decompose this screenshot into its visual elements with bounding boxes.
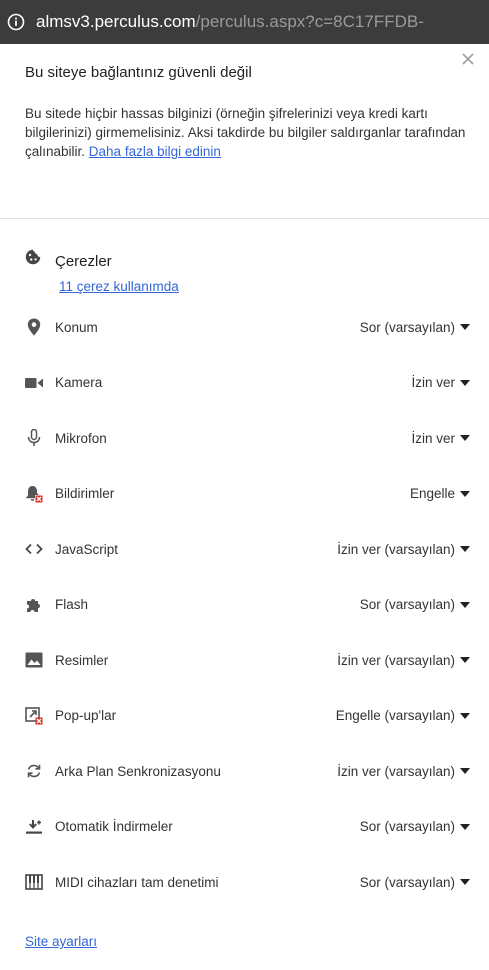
dropdown-caret-icon [460, 823, 470, 830]
permission-select[interactable]: İzin ver (varsayılan) [337, 542, 470, 557]
permission-select[interactable]: İzin ver (varsayılan) [337, 653, 470, 668]
cookies-in-use-link[interactable]: 11 çerez kullanımda [59, 279, 179, 294]
site-settings-link[interactable]: Site ayarları [25, 934, 97, 949]
dropdown-caret-icon [460, 712, 470, 719]
dropdown-caret-icon [460, 324, 470, 330]
permission-value: İzin ver [411, 430, 455, 446]
security-warning-body: Bu sitede hiçbir hassas bilginizi (örneğ… [25, 104, 475, 161]
dropdown-caret-icon [460, 546, 470, 552]
permission-select[interactable]: Sor (varsayılan) [360, 597, 470, 612]
permission-row: Bildirimler Engelle [25, 482, 470, 506]
divider [0, 218, 489, 219]
permission-row: Mikrofon İzin ver [25, 426, 470, 450]
popup-blocked-icon [25, 706, 43, 725]
dropdown-caret-icon [460, 379, 470, 386]
permission-value: Engelle (varsayılan) [335, 708, 455, 723]
permission-row: Otomatik İndirmeler Sor (varsayılan) [25, 815, 470, 839]
url-path: /perculus.aspx?c=8C17FFDB- [195, 12, 424, 31]
code-icon [25, 540, 43, 558]
permission-select[interactable]: Sor (varsayılan) [360, 875, 470, 890]
sync-icon [25, 762, 43, 780]
permission-row: Arka Plan Senkronizasyonu İzin ver (varsa… [25, 759, 470, 783]
piano-icon [25, 873, 43, 891]
permission-select[interactable]: Engelle [410, 486, 470, 501]
permission-label: Resimler [55, 652, 109, 668]
permission-value: Sor (varsayılan) [359, 319, 455, 335]
learn-more-link[interactable]: Daha fazla bilgi edinin [89, 144, 221, 159]
permission-value: İzin ver (varsayılan) [337, 652, 455, 668]
permission-label: Bildirimler [55, 486, 115, 501]
download-icon [25, 818, 43, 836]
cookie-icon [25, 249, 41, 265]
cookies-label: Çerezler [55, 253, 112, 270]
security-warning-title: Bu siteye bağlantınız güvenli değil [25, 64, 252, 81]
permission-select[interactable]: İzin ver (varsayılan) [337, 764, 470, 779]
permission-label: Kamera [55, 375, 103, 390]
microphone-icon [25, 429, 43, 447]
image-icon [25, 651, 43, 669]
dropdown-caret-icon [460, 657, 470, 663]
permission-label: MIDI cihazları tam denetimi [55, 874, 219, 890]
permission-row: Resimler İzin ver (varsayılan) [25, 648, 470, 672]
permission-label: Pop-up'lar [55, 708, 117, 723]
permission-row: JavaScript İzin ver (varsayılan) [25, 537, 470, 561]
location-pin-icon [25, 318, 43, 336]
permission-row: Flash Sor (varsayılan) [25, 593, 470, 617]
permission-row: MIDI cihazları tam denetimi Sor (varsayıl… [25, 870, 470, 894]
url-host: almsv3.perculus.com [36, 12, 196, 31]
permission-label: Arka Plan Senkronizasyonu [55, 763, 221, 779]
permission-value: Sor (varsayılan) [359, 597, 455, 612]
permission-row: Pop-up'lar Engelle (varsayılan) [25, 704, 470, 728]
notifications-blocked-icon [25, 485, 43, 503]
camera-icon [25, 374, 43, 392]
permission-value: Sor (varsayılan) [359, 874, 455, 890]
dropdown-caret-icon [460, 435, 470, 441]
dropdown-caret-icon [460, 879, 470, 885]
permission-label: JavaScript [55, 541, 119, 557]
permission-value: Sor (varsayılan) [359, 819, 455, 834]
close-icon[interactable] [461, 52, 475, 66]
permission-select[interactable]: Sor (varsayılan) [360, 320, 470, 335]
permission-select[interactable]: Sor (varsayılan) [360, 819, 470, 834]
dropdown-caret-icon [460, 490, 470, 497]
permission-select[interactable]: İzin ver [411, 431, 470, 446]
dropdown-caret-icon [460, 768, 470, 774]
puzzle-icon [25, 596, 43, 614]
permission-label: Mikrofon [55, 430, 107, 446]
permission-label: Flash [55, 597, 89, 612]
permission-row: Konum Sor (varsayılan) [25, 315, 470, 339]
dropdown-caret-icon [460, 601, 470, 608]
permission-select[interactable]: Engelle (varsayılan) [336, 708, 470, 723]
permission-value: İzin ver (varsayılan) [337, 541, 455, 557]
address-bar[interactable]: almsv3.perculus.com/perculus.aspx?c=8C17… [0, 0, 489, 44]
permission-row: Kamera İzin ver [25, 371, 470, 395]
permission-select[interactable]: İzin ver [411, 375, 470, 390]
permission-label: Konum [55, 319, 98, 335]
info-icon[interactable] [6, 12, 26, 32]
permission-label: Otomatik İndirmeler [55, 819, 173, 834]
permission-value: İzin ver [411, 375, 455, 390]
permission-value: Engelle [409, 486, 455, 501]
permission-value: İzin ver (varsayılan) [337, 763, 455, 779]
